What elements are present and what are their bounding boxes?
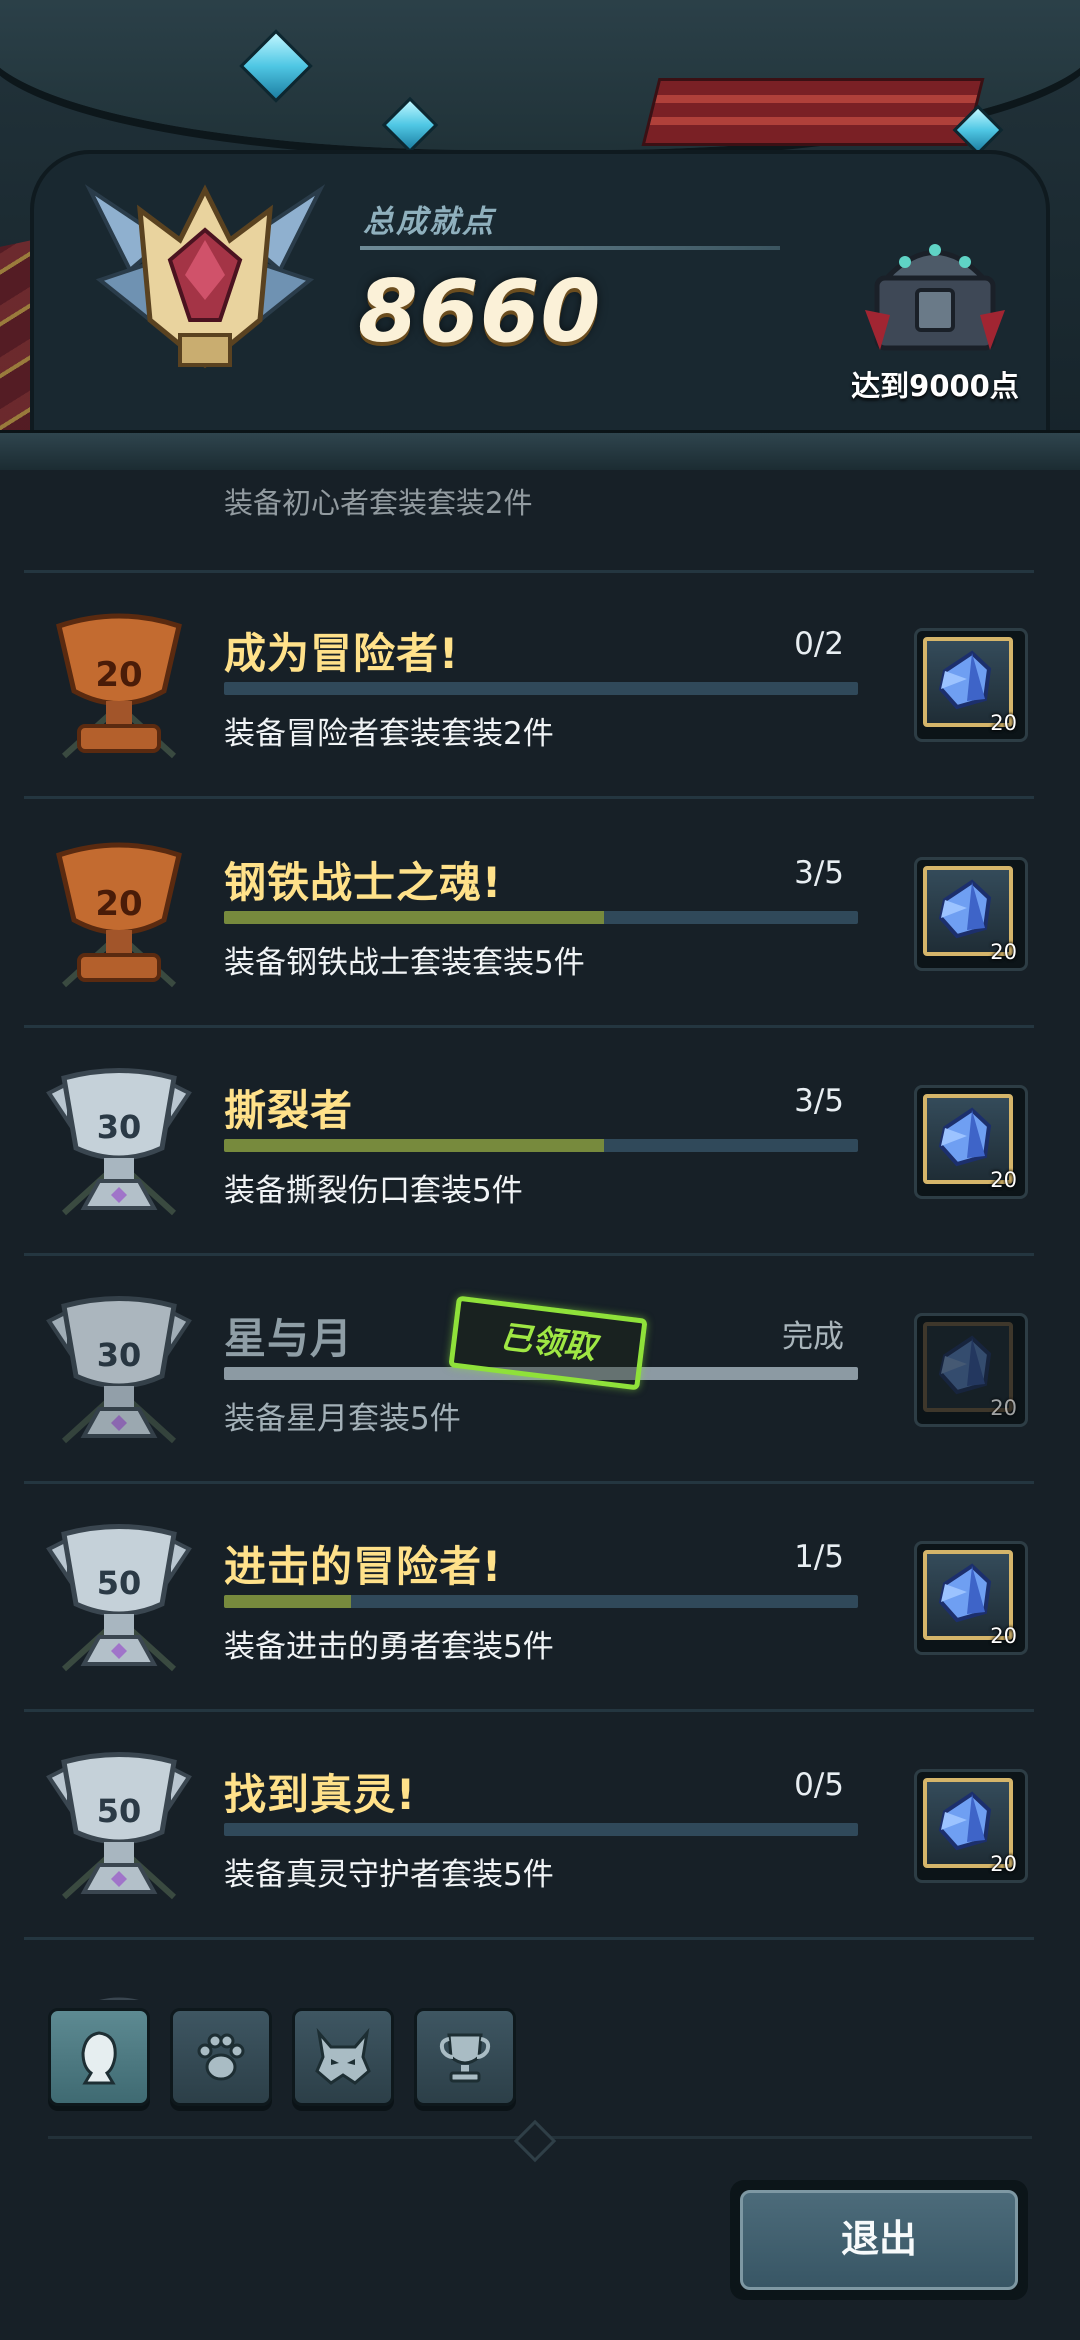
bronze-trophy-icon: 20 [56, 613, 182, 759]
achievement-list[interactable]: 装备初心者套装套装2件 20 成为冒险者! 0/2 装备冒险者套装套装2件 20 [24, 470, 1034, 2000]
score-underline [360, 246, 780, 250]
reward-quantity: 20 [990, 1852, 1017, 1876]
tab-monsters[interactable] [292, 2008, 394, 2106]
blue-crystal-icon [938, 879, 992, 939]
achievement-row[interactable]: 50 找到真灵! 0/5 装备真灵守护者套装5件 20 [24, 1711, 1034, 1940]
achievement-header: 总成就点 8660 达到9000点 [0, 0, 1080, 470]
progress-bar-fill [224, 1139, 605, 1152]
red-banner-decoration-right [641, 78, 985, 146]
progress-bar-fill [224, 1595, 351, 1608]
blue-crystal-icon [938, 1107, 992, 1167]
progress-bar [224, 682, 858, 695]
achievement-title: 星与月 [224, 1314, 354, 1363]
progress-bar [224, 911, 858, 924]
achievement-row[interactable]: 20 钢铁战士之魂! 3/5 装备钢铁战士套装套装5件 20 [24, 799, 1034, 1028]
reward-quantity: 20 [990, 1396, 1017, 1420]
achievement-description: 装备撕裂伤口套装5件 [224, 1173, 523, 1209]
list-item-partial: 装备初心者套装套装2件 [24, 470, 1034, 573]
list-item-partial [24, 1970, 1034, 2000]
achievement-progress: 0/2 [794, 626, 844, 662]
bronze-trophy-icon: 20 [56, 842, 182, 988]
paw-icon [197, 2033, 245, 2081]
achievement-progress: 3/5 [794, 855, 844, 891]
achievement-title: 找到真灵! [224, 1770, 417, 1819]
rank-crown-emblem-icon [84, 184, 326, 369]
silver-trophy-icon: 50 [46, 1752, 192, 1900]
achievement-progress: 3/5 [794, 1083, 844, 1119]
demon-icon [315, 2027, 371, 2085]
achievement-title: 钢铁战士之魂! [224, 858, 503, 907]
silver-trophy-icon: 30 [46, 1068, 192, 1216]
achievement-description: 装备钢铁战士套装套装5件 [224, 945, 585, 981]
reward-slot[interactable]: 20 [914, 1541, 1028, 1655]
exit-button[interactable]: 退出 [730, 2180, 1028, 2300]
trophy-number: 50 [97, 1792, 142, 1830]
progress-bar [224, 1595, 858, 1608]
exit-button-label: 退出 [740, 2190, 1018, 2290]
reward-quantity: 20 [990, 1624, 1017, 1648]
achievement-title: 成为冒险者! [224, 629, 460, 678]
achievement-row[interactable]: 30 撕裂者 3/5 装备撕裂伤口套装5件 20 [24, 1027, 1034, 1256]
achievement-row[interactable]: 20 成为冒险者! 0/2 装备冒险者套装套装2件 20 [24, 570, 1034, 799]
progress-bar [224, 1139, 858, 1152]
achievement-title: 进击的冒险者! [224, 1542, 503, 1591]
score-label: 总成就点 [363, 204, 495, 240]
hero-icon [81, 2031, 117, 2085]
achievement-description: 装备真灵守护者套装5件 [224, 1857, 554, 1893]
trophy-number: 50 [97, 1564, 142, 1602]
trophy-number: 30 [97, 1108, 142, 1146]
treasure-chest-icon[interactable] [855, 220, 1015, 360]
silver-trophy-icon: 50 [46, 1524, 192, 1672]
achievement-description: 装备星月套装5件 [224, 1401, 461, 1437]
stone-frame-bottom [0, 430, 1080, 470]
progress-bar-fill [224, 911, 605, 924]
reward-quantity: 20 [990, 1168, 1017, 1192]
reward-slot[interactable]: 20 [914, 628, 1028, 742]
achievement-description: 装备冒险者套装套装2件 [224, 716, 554, 752]
divider-ornament [513, 2119, 557, 2163]
achievement-row-claimed[interactable]: 30 星与月 完成 装备星月套装5件 已领取 20 [24, 1255, 1034, 1484]
trophy-number: 20 [95, 884, 142, 924]
trophy-number: 20 [95, 655, 142, 695]
achievement-status: 完成 [782, 1319, 844, 1355]
tab-trophies[interactable] [414, 2008, 516, 2106]
achievement-description: 装备初心者套装套装2件 [224, 486, 533, 520]
next-reward-threshold: 达到9000点 [851, 369, 1019, 403]
reward-quantity: 20 [990, 711, 1017, 735]
trophy-number: 30 [97, 1336, 142, 1374]
progress-bar [224, 1823, 858, 1836]
blue-crystal-icon [938, 650, 992, 710]
achievement-title: 撕裂者 [224, 1086, 354, 1135]
blue-crystal-icon [938, 1335, 992, 1395]
total-achievement-points: 8660 [358, 262, 602, 362]
silver-trophy-icon [99, 1997, 139, 2000]
reward-slot-claimed: 20 [914, 1313, 1028, 1427]
reward-slot[interactable]: 20 [914, 1769, 1028, 1883]
achievement-description: 装备进击的勇者套装5件 [224, 1629, 554, 1665]
achievement-progress: 0/5 [794, 1767, 844, 1803]
trophy-icon [439, 2033, 491, 2083]
blue-crystal-icon [938, 1791, 992, 1851]
tab-hero[interactable] [48, 2008, 150, 2106]
achievement-row[interactable]: 50 进击的冒险者! 1/5 装备进击的勇者套装5件 20 [24, 1483, 1034, 1712]
reward-quantity: 20 [990, 940, 1017, 964]
achievement-progress: 1/5 [794, 1539, 844, 1575]
reward-slot[interactable]: 20 [914, 857, 1028, 971]
silver-trophy-icon: 30 [46, 1296, 192, 1444]
reward-slot[interactable]: 20 [914, 1085, 1028, 1199]
tab-pets[interactable] [170, 2008, 272, 2106]
blue-crystal-icon [938, 1563, 992, 1623]
